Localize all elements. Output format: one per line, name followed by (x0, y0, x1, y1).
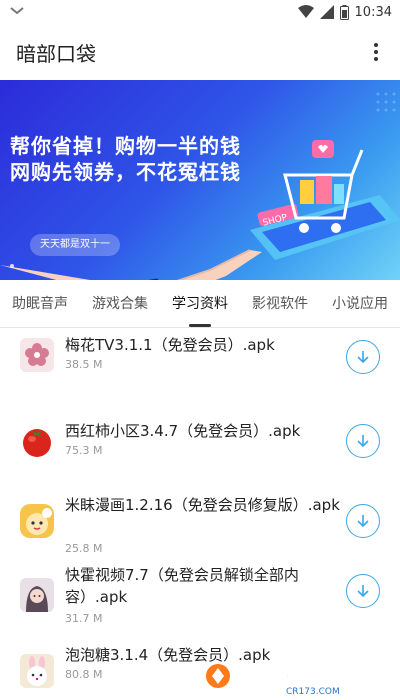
bunny-icon (20, 654, 54, 688)
item-size: 80.8 M (65, 668, 103, 681)
item-name: 快霍视频7.7（免登会员解锁全部内容）.apk (65, 566, 299, 606)
more-options-icon[interactable] (364, 40, 388, 64)
list-item[interactable]: 米眛漫画1.2.16（免登会员修复版）.apk 25.8 M (0, 486, 400, 566)
item-size: 31.7 M (65, 612, 103, 625)
download-arrow-icon (357, 435, 369, 448)
list-item[interactable]: 梅花TV3.1.1（免登会员）.apk 38.5 M (0, 328, 400, 406)
list-item[interactable]: 快霍视频7.7（免登会员解锁全部内容）.apk 31.7 M (0, 566, 400, 646)
download-button[interactable] (346, 340, 380, 374)
download-arrow-icon (357, 351, 369, 364)
promo-banner[interactable]: 帮你省掉！购物一半的钱 网购先领券，不花冤枉钱 天天都是双十一 SHOP (0, 80, 400, 280)
item-name: 米眛漫画1.2.16（免登会员修复版）.apk (65, 496, 340, 514)
girl-portrait-icon (20, 578, 54, 612)
status-bar: 10:34 (0, 0, 400, 24)
tab-study-materials[interactable]: 学习资料 (160, 280, 240, 327)
download-button[interactable] (346, 504, 380, 538)
item-name: 西红柿小区3.4.7（免登会员）.apk (65, 422, 301, 440)
wifi-icon (297, 5, 314, 19)
battery-icon (339, 4, 349, 20)
banner-headline-2: 网购先领券，不花冤枉钱 (10, 160, 241, 184)
download-arrow-icon (357, 515, 369, 528)
item-size: 25.8 M (65, 542, 103, 555)
app-bar: 暗部口袋 (0, 24, 400, 80)
notification-icon (10, 5, 24, 20)
item-size: 75.3 M (65, 444, 103, 457)
tab-sleep-audio[interactable]: 助眠音声 (0, 280, 80, 327)
signal-icon (319, 5, 334, 19)
svg-text:西西软件园: 西西软件园 (234, 663, 334, 687)
tab-novel-apps[interactable]: 小说应用 (320, 280, 400, 327)
category-tabs: 助眠音声 游戏合集 学习资料 影视软件 小说应用 (0, 280, 400, 328)
tab-game-collection[interactable]: 游戏合集 (80, 280, 160, 327)
svg-text:SHOP: SHOP (262, 213, 289, 228)
list-item[interactable]: 西红柿小区3.4.7（免登会员）.apk 75.3 M (0, 406, 400, 486)
cartoon-face-icon (20, 504, 54, 538)
app-title: 暗部口袋 (16, 41, 96, 66)
svg-text:CR173.COM: CR173.COM (286, 687, 340, 696)
shop-sign: SHOP (262, 213, 289, 228)
item-size: 38.5 M (65, 358, 103, 371)
status-time: 10:34 (354, 4, 392, 20)
download-arrow-icon (357, 585, 369, 598)
tomato-icon (20, 424, 54, 458)
plum-blossom-icon (20, 338, 54, 372)
download-list: 梅花TV3.1.1（免登会员）.apk 38.5 M 西红柿小区3.4.7（免登… (0, 328, 400, 700)
tab-video-apps[interactable]: 影视软件 (240, 280, 320, 327)
download-button[interactable] (346, 574, 380, 608)
site-watermark: 西西软件园 CR173.COM (204, 656, 380, 697)
download-button[interactable] (346, 424, 380, 458)
banner-headline-1: 帮你省掉！购物一半的钱 (10, 134, 241, 158)
item-name: 梅花TV3.1.1（免登会员）.apk (65, 336, 275, 354)
banner-tag: 天天都是双十一 (30, 234, 120, 256)
